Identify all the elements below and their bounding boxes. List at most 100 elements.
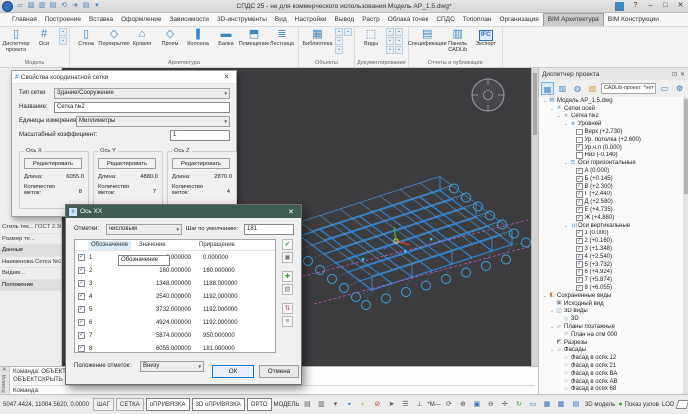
tree-item[interactable]: ✓Ж (+4.880)	[539, 214, 683, 222]
tree-item[interactable]: ⌄☰Оси горизонтальные	[539, 159, 683, 167]
tree-item[interactable]: ✓А (0.000)	[539, 167, 683, 175]
tree-item[interactable]: ⌄⌂Фасады	[539, 347, 683, 355]
save-icon[interactable]: ▥	[37, 1, 47, 11]
tab-14[interactable]: Организация	[496, 13, 543, 26]
tab-1[interactable]: Главная	[8, 13, 41, 26]
tab-2[interactable]: Построение	[41, 13, 85, 26]
dialog-close-icon[interactable]: ✕	[220, 73, 233, 81]
tree-item[interactable]: ⌂Фасад в осях 12	[539, 354, 683, 362]
property-row[interactable]: Размер те...	[0, 234, 61, 246]
zoom-window-icon[interactable]: ▣	[471, 398, 483, 411]
command-close-icon[interactable]: ✕	[2, 367, 7, 373]
tree-item[interactable]: ⌄☰Оси вертикальные	[539, 222, 683, 230]
close-button[interactable]: ✕	[673, 0, 688, 12]
ribbon-button[interactable]: ▬Балка	[213, 28, 240, 47]
marks-table-row[interactable]: ✓53732.0000001192.000000	[75, 303, 275, 316]
tree-item[interactable]: ⌂Фасад в осях 21	[539, 362, 683, 370]
panel-close-icon[interactable]: ✕	[680, 71, 685, 78]
tab-7[interactable]: Вид	[271, 13, 291, 26]
property-row[interactable]: Положение	[0, 280, 61, 292]
open-folder-icon[interactable]: ▨	[586, 82, 599, 95]
toggle-орто[interactable]: ОРТО	[247, 398, 272, 411]
status-item-показ-узлов[interactable]: ● Показ узлов	[618, 401, 659, 408]
status-item-контур[interactable]: Контур	[677, 400, 688, 409]
value-column-header[interactable]: Значение	[139, 240, 166, 250]
tree-checkbox[interactable]: ✓	[576, 215, 583, 222]
tree-checkbox[interactable]: ✓	[576, 176, 583, 183]
tree-item[interactable]: ✓Е (+4.735)	[539, 206, 683, 214]
property-row[interactable]: Видим...	[0, 268, 61, 280]
tree-item[interactable]: ⌂Фасад в осях 68	[539, 385, 683, 393]
tree-checkbox[interactable]: ✓	[576, 246, 583, 253]
ribbon-button[interactable]: ▯Диспетчер проекта	[3, 28, 30, 53]
tree-item[interactable]: ✓8 (+6.055)	[539, 284, 683, 292]
increment-column-header[interactable]: Приращение	[199, 240, 235, 250]
tree-checkbox[interactable]: ✓	[576, 207, 583, 214]
sheet-icon[interactable]: ▭	[527, 398, 539, 411]
small-tool-icon[interactable]: ▪	[335, 46, 343, 54]
small-tool-icon[interactable]: ▪	[395, 46, 403, 54]
small-tool-icon[interactable]: ▪	[386, 28, 394, 36]
brightness-icon[interactable]: ◐	[357, 398, 369, 411]
levels-view-icon[interactable]: ▦	[541, 82, 554, 95]
tree-item[interactable]: ⌄≋Уровней	[539, 120, 683, 128]
ribbon-button[interactable]: ◇Перекрытие	[101, 28, 128, 47]
tree-item[interactable]: ⌄▱Планы поэтажные	[539, 323, 683, 331]
edit-axis-button[interactable]: Редактировать	[24, 158, 82, 169]
tab-12[interactable]: СПДС	[432, 13, 458, 26]
axis-dialog-close-icon[interactable]: ✕	[284, 208, 298, 216]
row-checkbox[interactable]: ✓	[78, 267, 85, 274]
tree-item[interactable]: ◇3D	[539, 315, 683, 323]
tree-item[interactable]: ✓Ур.ч.п (0.000)	[539, 144, 683, 152]
small-tool-icon[interactable]: ▪	[59, 28, 67, 36]
tree-item[interactable]: ▣Исходный вид	[539, 300, 683, 308]
property-row[interactable]: Стиль тек...ГОСТ 2.304	[0, 222, 61, 234]
tree-item[interactable]: ⌄#Сетка №2	[539, 113, 683, 121]
tree-item[interactable]: ✓2 (+0.160)	[539, 237, 683, 245]
screen-icon[interactable]: ▦	[541, 398, 553, 411]
refresh-icon[interactable]: ⟳	[443, 398, 455, 411]
tab-13[interactable]: Топоплан	[459, 13, 496, 26]
renumber-icon[interactable]: ≡	[282, 316, 293, 327]
grid-scale-input[interactable]: 1	[170, 130, 230, 141]
composition-view-icon[interactable]: ▥	[556, 82, 569, 95]
marks-table-row[interactable]: ✓42540.0000001192.000000	[75, 290, 275, 303]
property-row[interactable]: Данные	[0, 245, 61, 257]
property-row[interactable]: Наименова..Сетка №2	[0, 257, 61, 269]
status-item-lod[interactable]: LOD	[662, 401, 675, 408]
zones-view-icon[interactable]: ◍	[571, 82, 584, 95]
small-tool-icon[interactable]: ▪	[395, 37, 403, 45]
app-logo-icon[interactable]	[2, 1, 13, 12]
tree-checkbox[interactable]: ✓	[576, 191, 583, 198]
tree-checkbox[interactable]: ✓	[576, 230, 583, 237]
ribbon-button[interactable]: ≣Лестница	[269, 28, 296, 47]
tab-8[interactable]: Настройки	[291, 13, 331, 26]
row-checkbox[interactable]: ✓	[78, 254, 85, 261]
tree-item[interactable]: ◩Разрезы	[539, 339, 683, 347]
tree-checkbox[interactable]: ✓	[576, 168, 583, 175]
scrollbar-thumb[interactable]	[533, 73, 537, 135]
zoom-in-icon[interactable]: ⊕	[457, 398, 469, 411]
step-input[interactable]: 181	[244, 224, 294, 235]
edit-axis-button[interactable]: Редактировать	[98, 158, 156, 169]
help-button[interactable]: ?	[628, 0, 643, 12]
dialog-titlebar[interactable]: # Свойства координатной сетки ✕	[12, 71, 236, 84]
grid-units-select[interactable]: Миллиметры▼	[76, 116, 230, 127]
swap-icon[interactable]: ⇅	[282, 303, 293, 314]
tree-item[interactable]: ✓4 (+2.540)	[539, 253, 683, 261]
small-tool-icon[interactable]: ▪	[386, 46, 394, 54]
axis-dialog-titlebar[interactable]: # Ось XX ✕	[66, 205, 301, 218]
small-tool-icon[interactable]: ▪	[335, 28, 343, 36]
marks-table-row[interactable]: ✓64924.0000001192.000000	[75, 316, 275, 329]
panel-restore-icon[interactable]: ⊡	[672, 71, 677, 78]
marks-table-row[interactable]: ✓2160.000000160.000000	[75, 264, 275, 277]
grid-name-input[interactable]: Сетка №2	[54, 102, 230, 113]
marks-table-row[interactable]: ✓86055.000000181.000000	[75, 342, 275, 353]
tree-item[interactable]: ✓В (+2.300)	[539, 183, 683, 191]
grid-type-select[interactable]: Здание/Сооружение▼	[54, 88, 230, 99]
insert-mark-icon[interactable]: ▤	[282, 284, 293, 295]
expander-icon[interactable]: ⌄	[563, 223, 569, 229]
ribbon-button[interactable]: ⬚Виды	[358, 28, 385, 47]
tree-item[interactable]: ✓6 (+4.924)	[539, 269, 683, 277]
tree-item[interactable]: ✓Г (+2.440)	[539, 191, 683, 199]
